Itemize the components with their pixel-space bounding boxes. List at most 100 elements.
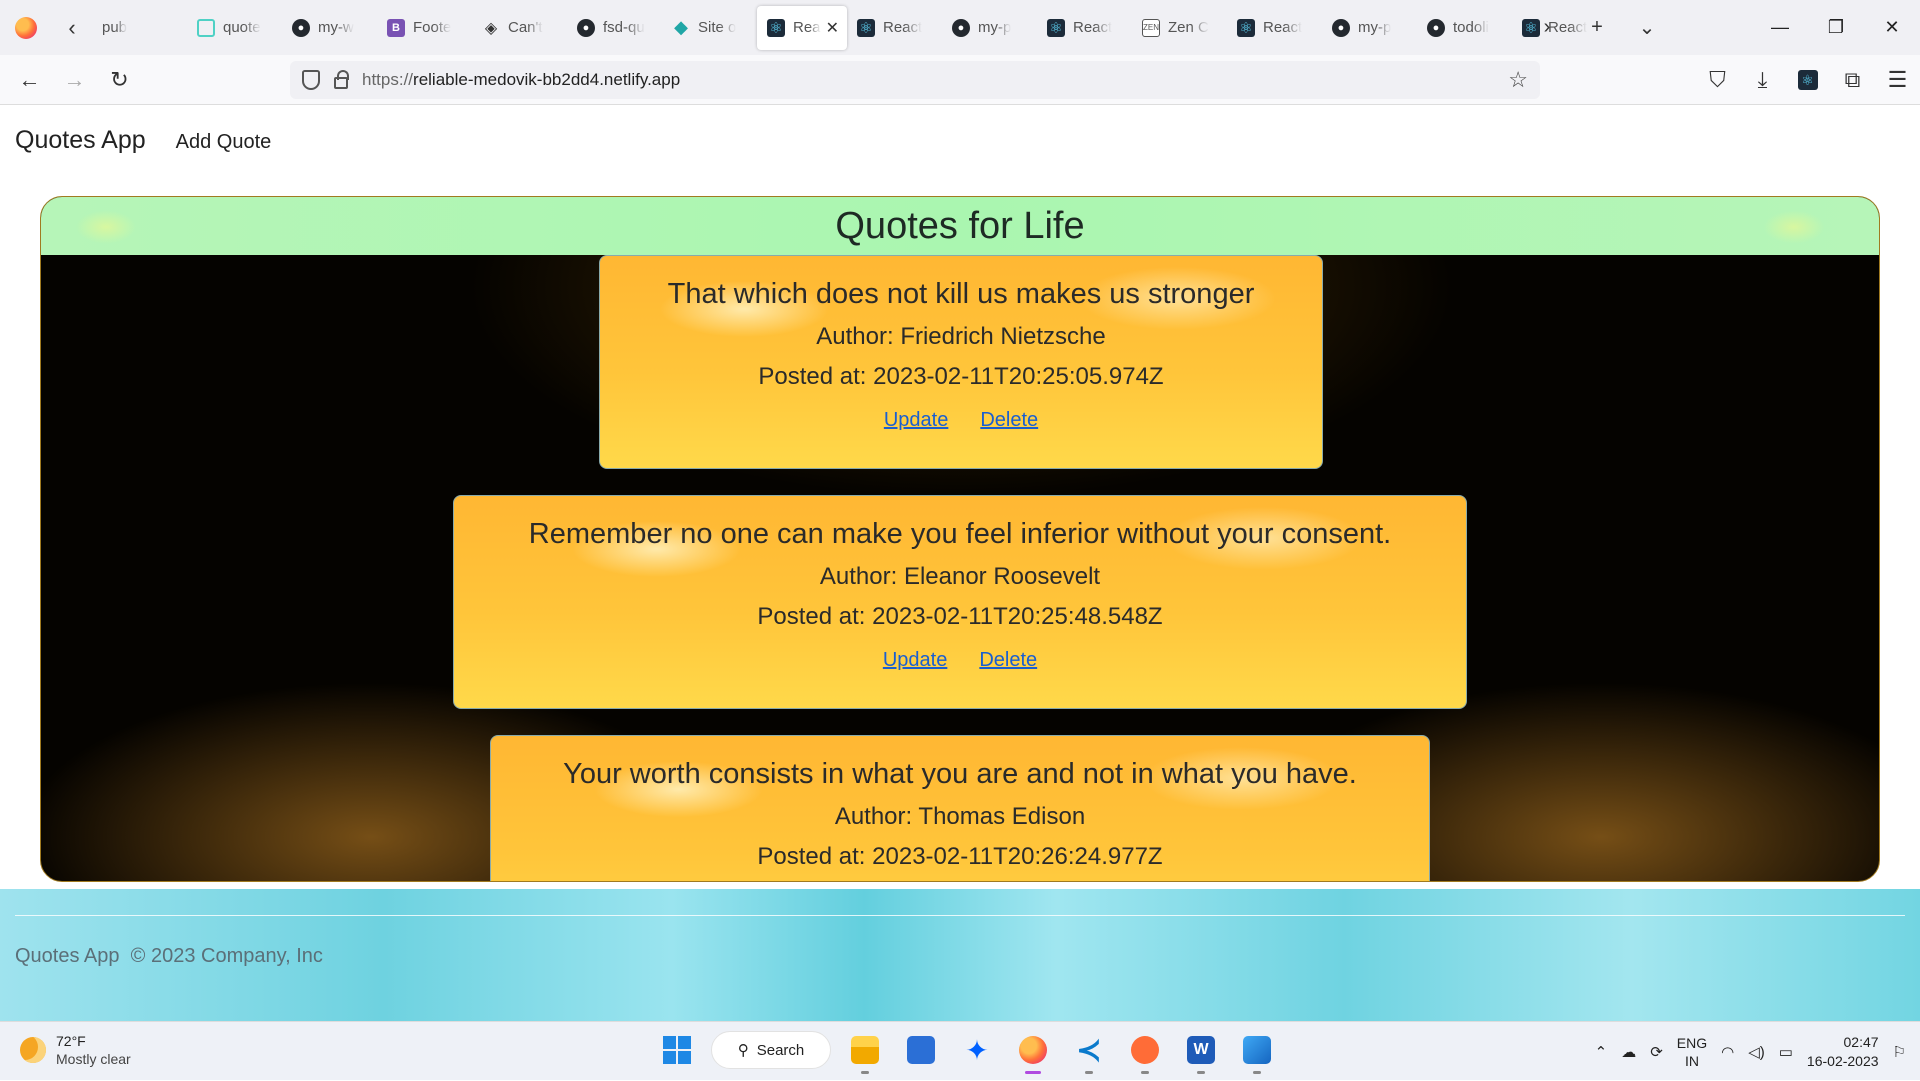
system-tray: ⌃ ☁ ⟳ ENG IN ◠ ◁) ▭ 02:47 16-02-2023 ⚐ xyxy=(1595,1022,1920,1081)
add-quote-link[interactable]: Add Quote xyxy=(176,131,272,154)
update-link[interactable]: Update xyxy=(883,649,948,672)
volume-icon[interactable]: ◁) xyxy=(1748,1043,1765,1061)
quote-text: Remember no one can make you feel inferi… xyxy=(528,518,1392,550)
weather-temp: 72°F xyxy=(56,1033,86,1049)
firefox-taskbar-icon[interactable] xyxy=(1011,1028,1055,1074)
browser-tab[interactable]: B Foote xyxy=(377,6,472,50)
update-link[interactable]: Update xyxy=(884,409,949,432)
tab-label: React xyxy=(1263,19,1303,36)
clock[interactable]: 02:47 16-02-2023 xyxy=(1807,1033,1879,1071)
tab-label: todoli xyxy=(1453,19,1489,36)
delete-link[interactable]: Delete xyxy=(979,649,1037,672)
delete-link[interactable]: Delete xyxy=(980,409,1038,432)
file-explorer-icon[interactable] xyxy=(843,1028,887,1074)
react-icon: ⚛ xyxy=(1047,18,1065,37)
browser-tab[interactable]: ◈ Can't xyxy=(472,6,567,50)
browser-tab[interactable]: quote xyxy=(187,6,282,50)
close-window-button[interactable]: ✕ xyxy=(1864,0,1920,55)
back-button[interactable]: ← xyxy=(7,55,52,105)
language-indicator[interactable]: ENG IN xyxy=(1677,1034,1707,1070)
taskbar-search[interactable]: ⚲ Search xyxy=(711,1031,831,1069)
tabs-scroll-left-icon[interactable]: ‹ xyxy=(52,0,92,55)
react-icon: ⚛ xyxy=(1237,18,1255,37)
quote-card: Remember no one can make you feel inferi… xyxy=(453,495,1467,709)
quote-text: That which does not kill us makes us str… xyxy=(667,278,1255,310)
browser-tab[interactable]: ● todoli xyxy=(1417,6,1512,50)
vscode-icon[interactable]: ≺ xyxy=(1067,1028,1111,1074)
url-text[interactable]: https://reliable-medovik-bb2dd4.netlify.… xyxy=(362,70,680,90)
wifi-icon[interactable]: ◠ xyxy=(1721,1043,1734,1061)
downloads-icon[interactable]: ⤓ xyxy=(1740,55,1785,105)
extensions-icon[interactable]: ⧉ xyxy=(1830,55,1875,105)
tab-label: quote xyxy=(223,19,261,36)
browser-tab[interactable]: ⚛ React xyxy=(1037,6,1132,50)
photos-icon[interactable] xyxy=(1235,1028,1279,1074)
dropbox-icon[interactable]: ✦ xyxy=(955,1028,999,1072)
browser-tab[interactable]: ● fsd-qu xyxy=(567,6,662,50)
github-icon: ● xyxy=(952,18,970,37)
quote-page-icon xyxy=(197,18,215,37)
sync-icon[interactable]: ⟳ xyxy=(1650,1043,1663,1061)
tab-label: React xyxy=(883,19,923,36)
minimize-window-button[interactable]: — xyxy=(1752,0,1808,55)
browser-tab[interactable]: ● my-p xyxy=(1322,6,1417,50)
tab-label: pub xyxy=(102,19,128,36)
leaf-decoration-left xyxy=(61,197,151,255)
lock-icon[interactable] xyxy=(334,70,349,89)
browser-tab[interactable]: ◆ Site o xyxy=(662,6,757,50)
forward-button[interactable]: → xyxy=(52,55,97,105)
reload-button[interactable]: ↻ xyxy=(97,55,142,105)
navigation-toolbar: ← → ↻ https://reliable-medovik-bb2dd4.ne… xyxy=(0,55,1920,105)
search-label: Search xyxy=(756,1041,805,1059)
onedrive-cloud-icon[interactable]: ☁ xyxy=(1621,1043,1636,1061)
diamond-icon: ◈ xyxy=(484,19,498,37)
word-icon[interactable]: W xyxy=(1179,1028,1223,1074)
github-icon: ● xyxy=(1427,18,1445,37)
new-tab-button[interactable]: + xyxy=(1572,0,1622,55)
quote-card: Your worth consists in what you are and … xyxy=(490,735,1430,881)
postman-icon[interactable] xyxy=(1123,1028,1167,1074)
react-devtools-extension-icon[interactable]: ⚛ xyxy=(1785,55,1830,105)
restore-window-button[interactable]: ❐ xyxy=(1808,0,1864,55)
firefox-logo-icon[interactable] xyxy=(0,0,52,55)
browser-tab[interactable]: ⚛ Rea ✕ xyxy=(757,5,847,50)
quote-author: Author: Thomas Edison xyxy=(834,803,1086,830)
tab-label: my-w xyxy=(318,19,354,36)
quote-posted-at: Posted at: 2023-02-11T20:25:05.974Z xyxy=(758,363,1164,390)
browser-tab[interactable]: ⚛ React xyxy=(847,6,942,50)
react-icon: ⚛ xyxy=(767,18,785,37)
tabs-scroll-right-icon[interactable]: › xyxy=(1522,0,1572,55)
pocket-icon[interactable]: ⛉ xyxy=(1695,55,1740,105)
tracking-protection-shield-icon[interactable] xyxy=(302,70,320,90)
footer-brand-link[interactable]: Quotes App xyxy=(15,945,120,967)
browser-tab[interactable]: ● my-w xyxy=(282,6,377,50)
tab-label: React xyxy=(1073,19,1113,36)
quotes-container: Quotes for Life That which does not kill… xyxy=(40,196,1880,882)
netlify-icon: ◆ xyxy=(674,17,688,37)
show-hidden-icons-chevron-icon[interactable]: ⌃ xyxy=(1595,1043,1608,1061)
close-tab-icon[interactable]: ✕ xyxy=(826,18,839,38)
notification-bell-icon[interactable]: ⚐ xyxy=(1893,1043,1906,1061)
weather-widget[interactable]: 72°F Mostly clear xyxy=(20,1032,131,1068)
address-bar[interactable]: https://reliable-medovik-bb2dd4.netlify.… xyxy=(290,61,1540,99)
search-icon: ⚲ xyxy=(737,1042,749,1059)
weather-condition: Mostly clear xyxy=(56,1051,131,1067)
clock-time: 02:47 xyxy=(1843,1033,1879,1050)
browser-tab[interactable]: pub xyxy=(92,6,187,50)
zen-icon: ZEN xyxy=(1142,18,1160,37)
tab-label: fsd-qu xyxy=(603,19,645,36)
start-button[interactable] xyxy=(655,1028,699,1072)
tab-label: my-p xyxy=(1358,19,1392,36)
browser-tab[interactable]: ⚛ React xyxy=(1227,6,1322,50)
browser-tab[interactable]: ● my-p xyxy=(942,6,1037,50)
app-menu-icon[interactable]: ☰ xyxy=(1875,55,1920,105)
list-all-tabs-icon[interactable]: ⌄ xyxy=(1622,0,1672,55)
bookmark-star-icon[interactable]: ☆ xyxy=(1508,67,1528,93)
quote-posted-at: Posted at: 2023-02-11T20:25:48.548Z xyxy=(757,603,1163,630)
battery-icon[interactable]: ▭ xyxy=(1779,1043,1793,1061)
microsoft-store-icon[interactable] xyxy=(899,1028,943,1072)
footer-divider xyxy=(15,915,1905,916)
web-page: Quotes App Add Quote Quotes for Life Tha… xyxy=(0,106,1920,1021)
brand-link[interactable]: Quotes App xyxy=(15,126,146,155)
browser-tab[interactable]: ZEN Zen C xyxy=(1132,6,1227,50)
